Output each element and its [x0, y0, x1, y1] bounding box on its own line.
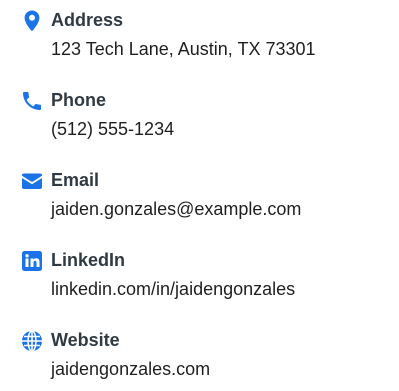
email-value[interactable]: jaiden.gonzales@example.com [51, 197, 301, 221]
contact-item-email: Email jaiden.gonzales@example.com [20, 169, 395, 233]
linkedin-icon [20, 249, 44, 273]
linkedin-value[interactable]: linkedin.com/in/jaidengonzales [51, 277, 295, 301]
address-value: 123 Tech Lane, Austin, TX 73301 [51, 39, 316, 59]
contact-list: Address 123 Tech Lane, Austin, TX 73301 … [0, 0, 399, 391]
phone-icon [20, 89, 44, 113]
contact-item-linkedin: LinkedIn linkedin.com/in/jaidengonzales [20, 249, 395, 313]
contact-item-website: Website jaidengonzales.com [20, 329, 395, 391]
globe-icon [20, 329, 44, 353]
map-pin-icon [20, 9, 44, 33]
email-label: Email [51, 170, 100, 190]
address-label: Address [51, 10, 124, 30]
envelope-icon [20, 169, 44, 193]
contact-item-address: Address 123 Tech Lane, Austin, TX 73301 [20, 9, 395, 73]
website-value[interactable]: jaidengonzales.com [51, 357, 210, 381]
phone-value: (512) 555-1234 [51, 119, 175, 139]
linkedin-label: LinkedIn [51, 250, 126, 270]
phone-label: Phone [51, 90, 107, 110]
website-label: Website [51, 330, 120, 350]
contact-item-phone: Phone (512) 555-1234 [20, 89, 395, 153]
